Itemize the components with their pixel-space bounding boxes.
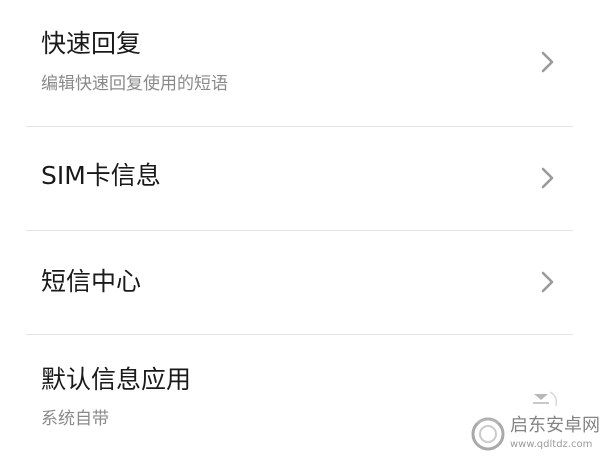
magnifier-logo-icon [471,417,505,451]
setting-title: 快速回复 [41,29,142,58]
setting-subtitle: 编辑快速回复使用的短语 [41,74,228,94]
settings-page: 快速回复 编辑快速回复使用的短语 SIM卡信息 短信中心 默认信息应用 系统自带 [0,0,600,461]
dropdown-indicator-icon [533,391,558,407]
watermark: 启东安卓网 www.qdltdz.com [468,412,600,458]
chevron-right-icon [541,271,554,293]
setting-subtitle: 系统自带 [41,409,109,429]
chevron-right-icon [541,51,554,73]
setting-title: SIM卡信息 [41,161,161,190]
setting-row-quick-reply[interactable]: 快速回复 编辑快速回复使用的短语 [0,0,600,126]
watermark-name: 启东安卓网 [510,415,600,436]
setting-title: 默认信息应用 [41,365,192,394]
watermark-url: www.qdltdz.com [510,439,593,450]
setting-title: 短信中心 [41,267,142,296]
chevron-right-icon [541,167,554,189]
setting-row-sim-info[interactable]: SIM卡信息 [0,127,600,230]
setting-row-sms-center[interactable]: 短信中心 [0,231,600,334]
